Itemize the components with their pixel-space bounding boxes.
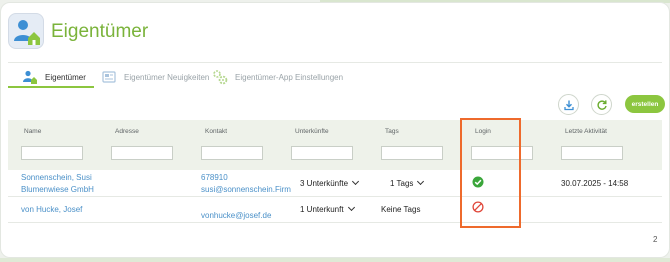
filter-address-input[interactable] (111, 146, 173, 160)
units-dropdown-label: 1 Unterkunft (300, 205, 344, 214)
chevron-down-icon (347, 203, 355, 212)
column-header-last-activity[interactable]: Letzte Aktivität (565, 128, 607, 135)
download-icon (563, 100, 574, 110)
last-activity-value: 30.07.2025 - 14:58 (561, 179, 629, 188)
units-dropdown-label: 3 Unterkünfte (300, 179, 349, 188)
chevron-down-icon (417, 177, 425, 186)
background-strip-bottom (0, 258, 670, 262)
tab-owner-news-label: Eigentümer Neuigkeiten (124, 72, 210, 82)
filter-last-activity-input[interactable] (561, 146, 623, 160)
login-active-check-icon (472, 176, 484, 188)
filter-login-input[interactable] (471, 146, 533, 160)
tab-owner-news[interactable]: Eigentümer Neuigkeiten (101, 66, 209, 88)
tags-value: Keine Tags (381, 205, 421, 214)
owner-app-icon (8, 13, 44, 49)
page-title: Eigentümer (51, 21, 149, 42)
header-divider (8, 62, 662, 63)
column-header-contact[interactable]: Kontakt (205, 128, 227, 135)
owner-name-link[interactable]: von Hucke, Josef (21, 204, 82, 215)
refresh-button[interactable] (591, 94, 612, 115)
units-dropdown[interactable]: 1 Unterkunft (300, 203, 355, 215)
filter-units-input[interactable] (291, 146, 353, 160)
active-tab-indicator (8, 86, 94, 88)
pagination-current-page[interactable]: 2 (653, 235, 657, 244)
tags-dropdown[interactable]: 1 Tags (390, 177, 425, 189)
tags-dropdown-label: 1 Tags (390, 179, 414, 188)
tab-owner-app-settings-label: Eigentümer-App Einstellungen (235, 72, 344, 82)
column-header-tags[interactable]: Tags (385, 128, 399, 135)
chevron-down-icon (351, 177, 360, 186)
gear-icon (212, 69, 228, 85)
owner-email-link[interactable]: vonhucke@josef.de (201, 210, 271, 221)
table-header (8, 120, 662, 170)
refresh-icon (596, 99, 607, 110)
newspaper-icon (101, 69, 117, 85)
login-disabled-icon (472, 201, 484, 213)
filter-tags-input[interactable] (381, 146, 443, 160)
owner-icon (22, 69, 38, 85)
owner-email-link[interactable]: susi@sonnenschein.Firma (201, 184, 291, 195)
owner-phone-link[interactable]: 678910 (201, 172, 228, 183)
owner-company-link[interactable]: Blumenwiese GmbH (21, 184, 94, 195)
column-header-name[interactable]: Name (24, 128, 41, 135)
filter-contact-input[interactable] (201, 146, 263, 160)
tab-owners-label: Eigentümer (45, 72, 86, 82)
filter-name-input[interactable] (21, 146, 83, 160)
tab-owner-app-settings[interactable]: Eigentümer-App Einstellungen (212, 66, 343, 88)
column-header-units[interactable]: Unterkünfte (295, 128, 329, 135)
units-dropdown[interactable]: 3 Unterkünfte (300, 177, 360, 189)
row-divider (8, 222, 662, 223)
row-divider (8, 196, 662, 197)
download-button[interactable] (558, 94, 579, 115)
column-header-address[interactable]: Adresse (115, 128, 139, 135)
tab-owners[interactable]: Eigentümer (22, 66, 86, 88)
owner-name-link[interactable]: Sonnenschein, Susi (21, 172, 92, 183)
column-header-login[interactable]: Login (475, 128, 491, 135)
create-button[interactable]: erstellen (625, 95, 665, 113)
